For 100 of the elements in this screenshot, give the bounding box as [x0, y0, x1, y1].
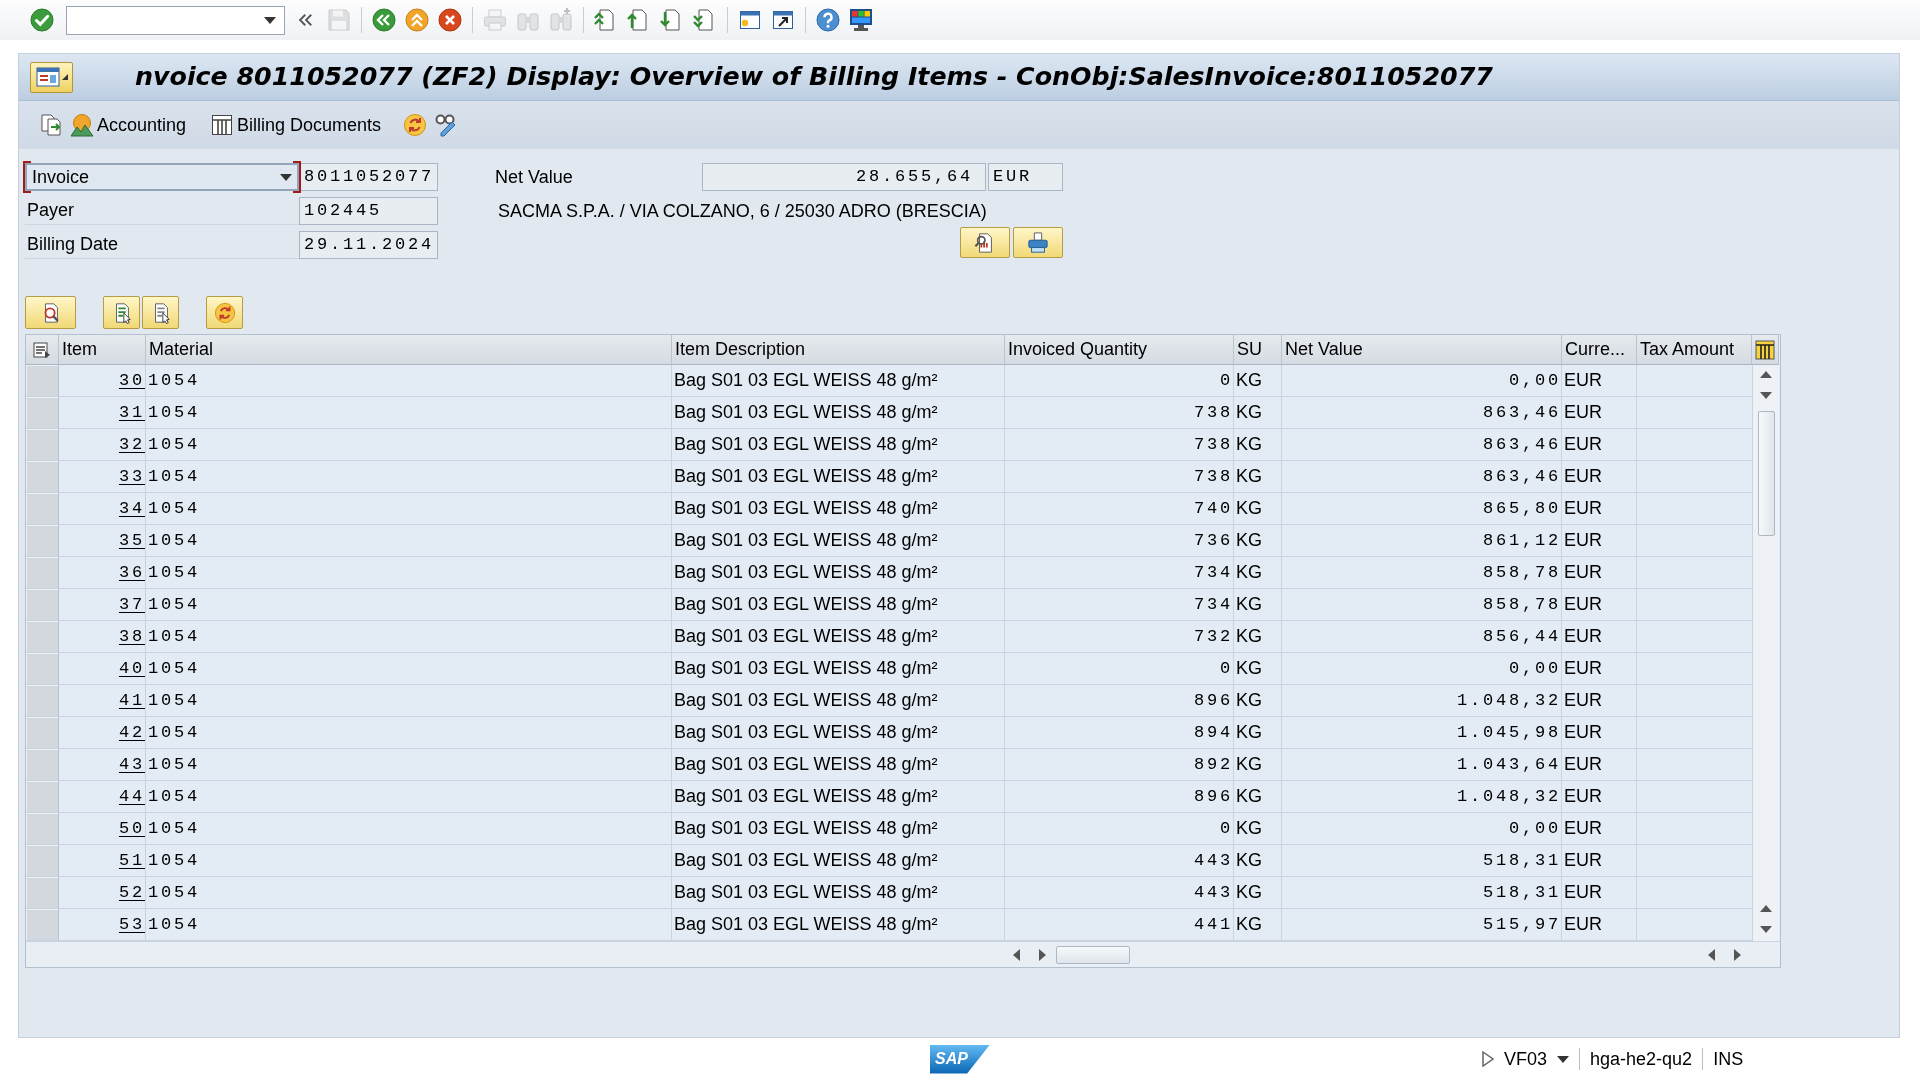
table-cell: Bag S01 03 EGL WEISS 48 g/m² [672, 749, 1005, 780]
table-cell: EUR [1562, 557, 1637, 588]
circle-arrows-icon[interactable] [403, 113, 428, 137]
item-link[interactable]: 50 [119, 815, 145, 842]
table-cell: 734 [1005, 589, 1234, 620]
toolbar-button[interactable]: Billing Documents [208, 111, 384, 139]
arrow-up-icon[interactable] [1760, 371, 1772, 378]
input-field[interactable]: 29.11.2024 [299, 231, 438, 259]
table-cell: 518,31 [1282, 845, 1562, 876]
item-link[interactable]: 44 [119, 783, 145, 810]
analysis-button[interactable] [960, 227, 1010, 258]
table-cell: 0,00 [1282, 653, 1562, 684]
check-circle-icon[interactable] [30, 8, 54, 32]
table-cell: EUR [1562, 685, 1637, 716]
details-button[interactable] [25, 296, 76, 329]
scrollbar-thumb[interactable] [1757, 411, 1775, 536]
monitor-icon[interactable] [849, 8, 873, 32]
documents-icon[interactable] [40, 113, 64, 137]
caret-icon[interactable] [1557, 1055, 1570, 1063]
window-title: nvoice 8011052077 (ZF2) Display: Overview of Billing Items - ConObj:SalesInvoice:8011052077 [135, 61, 1493, 94]
toolbar-button[interactable]: Accounting [68, 111, 189, 139]
menu-button[interactable] [30, 61, 73, 93]
input-field[interactable]: 102445 [299, 197, 438, 225]
item-link[interactable]: 42 [119, 719, 145, 746]
item-link[interactable]: 37 [119, 591, 145, 618]
columns-icon [210, 113, 235, 137]
caret-icon[interactable] [264, 16, 276, 24]
chevron-left-circle-icon[interactable] [372, 8, 396, 32]
table-cell: 740 [1005, 493, 1234, 524]
help-icon[interactable] [816, 8, 840, 32]
table-cell: 861,12 [1282, 525, 1562, 556]
item-link[interactable]: 35 [119, 527, 145, 554]
scrollbar-thumb[interactable] [1056, 945, 1130, 964]
column-header[interactable]: Item Description [672, 335, 1005, 365]
table-cell: Bag S01 03 EGL WEISS 48 g/m² [672, 557, 1005, 588]
item-link[interactable]: 40 [119, 655, 145, 682]
arrow-up-icon[interactable] [1760, 905, 1772, 912]
document-type-dropdown[interactable]: Invoice [25, 163, 299, 191]
net-value-field[interactable]: 28.655,64 [702, 163, 986, 191]
arrow-down-icon[interactable] [1760, 392, 1772, 399]
table-cell: 0 [1005, 653, 1234, 684]
deselect-button[interactable] [142, 296, 179, 329]
output-button[interactable] [1013, 227, 1063, 258]
currency-field[interactable]: EUR [988, 163, 1063, 191]
column-header[interactable]: SU [1234, 335, 1282, 365]
column-header[interactable]: Net Value [1282, 335, 1562, 365]
table-cell: 1054 [146, 717, 672, 748]
arrow-down-icon[interactable] [1760, 926, 1772, 933]
vertical-scrollbar[interactable] [1752, 365, 1779, 941]
document-number-field[interactable]: 8011052077 [299, 163, 438, 191]
item-link[interactable]: 52 [119, 879, 145, 906]
command-field[interactable] [66, 5, 285, 35]
table-cell: 1054 [146, 429, 672, 460]
arrow-left-icon[interactable] [1013, 948, 1020, 961]
table-cell: 1054 [146, 781, 672, 812]
double-chevron-icon[interactable] [297, 11, 315, 29]
table-cell: EUR [1562, 525, 1637, 556]
table-cell: 738 [1005, 397, 1234, 428]
item-link[interactable]: 34 [119, 495, 145, 522]
arrow-left-icon[interactable] [1708, 948, 1715, 961]
arrow-right-icon[interactable] [1039, 948, 1046, 961]
table-cell: 738 [1005, 461, 1234, 492]
item-link[interactable]: 51 [119, 847, 145, 874]
select-button[interactable] [103, 296, 140, 329]
table-cell: 1054 [146, 749, 672, 780]
table-cell: EUR [1562, 621, 1637, 652]
column-header[interactable]: Item [59, 335, 146, 365]
input-mode: INS [1713, 1047, 1744, 1071]
table-cell: Bag S01 03 EGL WEISS 48 g/m² [672, 525, 1005, 556]
circle-arrows-icon [213, 301, 236, 324]
horizontal-scrollbar[interactable] [26, 941, 1780, 967]
chevron-up-circle-icon[interactable] [405, 8, 429, 32]
column-header[interactable]: Material [146, 335, 672, 365]
item-link[interactable]: 33 [119, 463, 145, 490]
list-icon[interactable] [33, 341, 51, 358]
item-link[interactable]: 38 [119, 623, 145, 650]
item-link[interactable]: 43 [119, 751, 145, 778]
item-link[interactable]: 36 [119, 559, 145, 586]
columns-icon[interactable] [1755, 339, 1775, 360]
table-cell: KG [1234, 653, 1282, 684]
item-link[interactable]: 31 [119, 399, 145, 426]
arrow-right-icon[interactable] [1734, 948, 1741, 961]
table-cell: Bag S01 03 EGL WEISS 48 g/m² [672, 461, 1005, 492]
column-header[interactable]: Curre... [1562, 335, 1637, 365]
table-cell: EUR [1562, 397, 1637, 428]
table-cell: Bag S01 03 EGL WEISS 48 g/m² [672, 813, 1005, 844]
item-link[interactable]: 32 [119, 431, 145, 458]
table-cell: 0 [1005, 365, 1234, 396]
column-header[interactable]: Invoiced Quantity [1005, 335, 1234, 365]
table-cell: Bag S01 03 EGL WEISS 48 g/m² [672, 653, 1005, 684]
table-cell: 1.048,32 [1282, 781, 1562, 812]
item-link[interactable]: 53 [119, 911, 145, 938]
close-circle-icon[interactable] [438, 8, 462, 32]
item-link[interactable]: 30 [119, 367, 145, 394]
table-cell: KG [1234, 429, 1282, 460]
table-cell: 736 [1005, 525, 1234, 556]
refresh-button[interactable] [206, 296, 243, 329]
triangle-icon[interactable] [1482, 1051, 1494, 1067]
column-header[interactable]: Tax Amount [1637, 335, 1752, 365]
item-link[interactable]: 41 [119, 687, 145, 714]
